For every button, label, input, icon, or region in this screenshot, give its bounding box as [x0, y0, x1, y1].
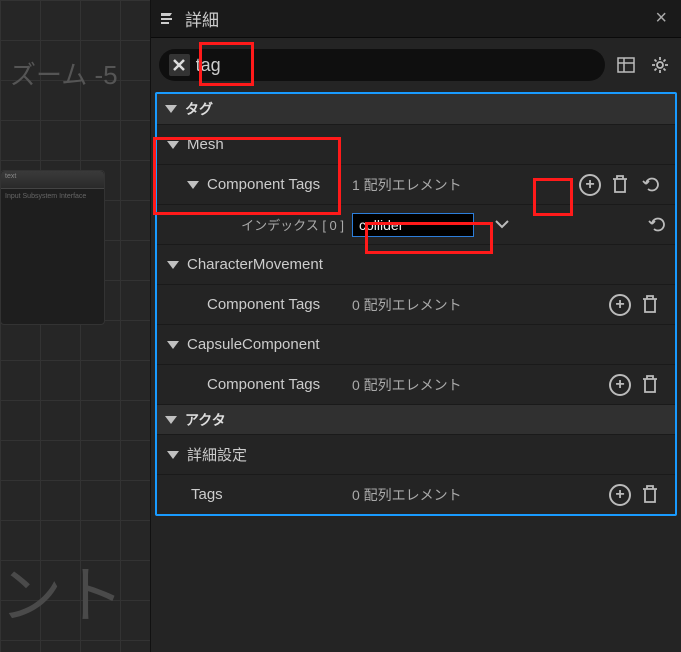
category-actor[interactable]: アクタ — [157, 404, 675, 434]
index-0-input[interactable] — [352, 213, 474, 237]
charmove-tags-count: 0 配列エレメント — [352, 295, 512, 315]
actor-tags-count: 0 配列エレメント — [352, 485, 512, 505]
panel-header: 詳細 × — [151, 0, 681, 38]
section-capsule-label: CapsuleComponent — [187, 336, 320, 353]
add-element-button[interactable]: + — [609, 484, 631, 506]
add-element-button[interactable]: + — [609, 374, 631, 396]
panel-title: 詳細 — [185, 6, 649, 31]
capsule-component-tags-row: Component Tags 0 配列エレメント + — [157, 364, 675, 404]
section-mesh-label: Mesh — [187, 136, 224, 153]
reset-button[interactable] — [641, 175, 661, 195]
expand-icon — [187, 181, 199, 189]
clear-search-button[interactable] — [169, 54, 190, 76]
search-input[interactable] — [196, 55, 595, 76]
graph-node[interactable]: text Input Subsystem Interface — [0, 170, 105, 325]
mesh-component-tags-row: Component Tags 1 配列エレメント + — [157, 164, 675, 204]
category-tag[interactable]: タグ — [157, 94, 675, 124]
expand-icon — [167, 141, 179, 149]
view-options-button[interactable] — [613, 52, 639, 78]
delete-button[interactable] — [641, 374, 661, 396]
index-0-label: インデックス [ 0 ] — [199, 215, 352, 234]
actor-tags-row: Tags 0 配列エレメント + — [157, 474, 675, 514]
dropdown-button[interactable] — [494, 216, 510, 234]
section-advanced-label: 詳細設定 — [187, 444, 247, 465]
expand-icon — [167, 341, 179, 349]
category-actor-label: アクタ — [185, 410, 226, 430]
component-tags-label: Component Tags — [207, 296, 320, 313]
category-tag-label: タグ — [185, 99, 213, 119]
index-0-row: インデックス [ 0 ] — [157, 204, 675, 244]
section-advanced[interactable]: 詳細設定 — [157, 434, 675, 474]
expand-icon — [165, 105, 177, 113]
settings-button[interactable] — [647, 52, 673, 78]
node-header: text — [1, 171, 104, 189]
expand-icon — [167, 261, 179, 269]
search-row — [151, 38, 681, 92]
section-charmove[interactable]: CharacterMovement — [157, 244, 675, 284]
delete-button[interactable] — [641, 484, 661, 506]
add-element-button[interactable]: + — [609, 294, 631, 316]
charmove-component-tags-row: Component Tags 0 配列エレメント + — [157, 284, 675, 324]
details-panel: 詳細 × タグ Mesh — [150, 0, 681, 652]
expand-icon — [165, 416, 177, 424]
bg-big-text: ント — [0, 545, 124, 635]
component-tags-label: Component Tags — [207, 376, 320, 393]
capsule-tags-count: 0 配列エレメント — [352, 375, 512, 395]
section-charmove-label: CharacterMovement — [187, 256, 323, 273]
delete-button[interactable] — [611, 174, 631, 196]
expand-icon — [167, 451, 179, 459]
zoom-level-label: ズーム -5 — [10, 55, 118, 92]
node-body: Input Subsystem Interface — [1, 189, 104, 204]
tags-label: Tags — [191, 486, 223, 503]
section-mesh[interactable]: Mesh — [157, 124, 675, 164]
component-tags-label: Component Tags — [207, 176, 320, 193]
section-capsule[interactable]: CapsuleComponent — [157, 324, 675, 364]
reset-button[interactable] — [647, 215, 667, 235]
search-box[interactable] — [159, 49, 605, 81]
close-panel-button[interactable]: × — [649, 7, 673, 30]
delete-button[interactable] — [641, 294, 661, 316]
add-element-button[interactable]: + — [579, 174, 601, 196]
details-icon — [159, 10, 177, 28]
mesh-tags-count: 1 配列エレメント — [352, 175, 512, 195]
